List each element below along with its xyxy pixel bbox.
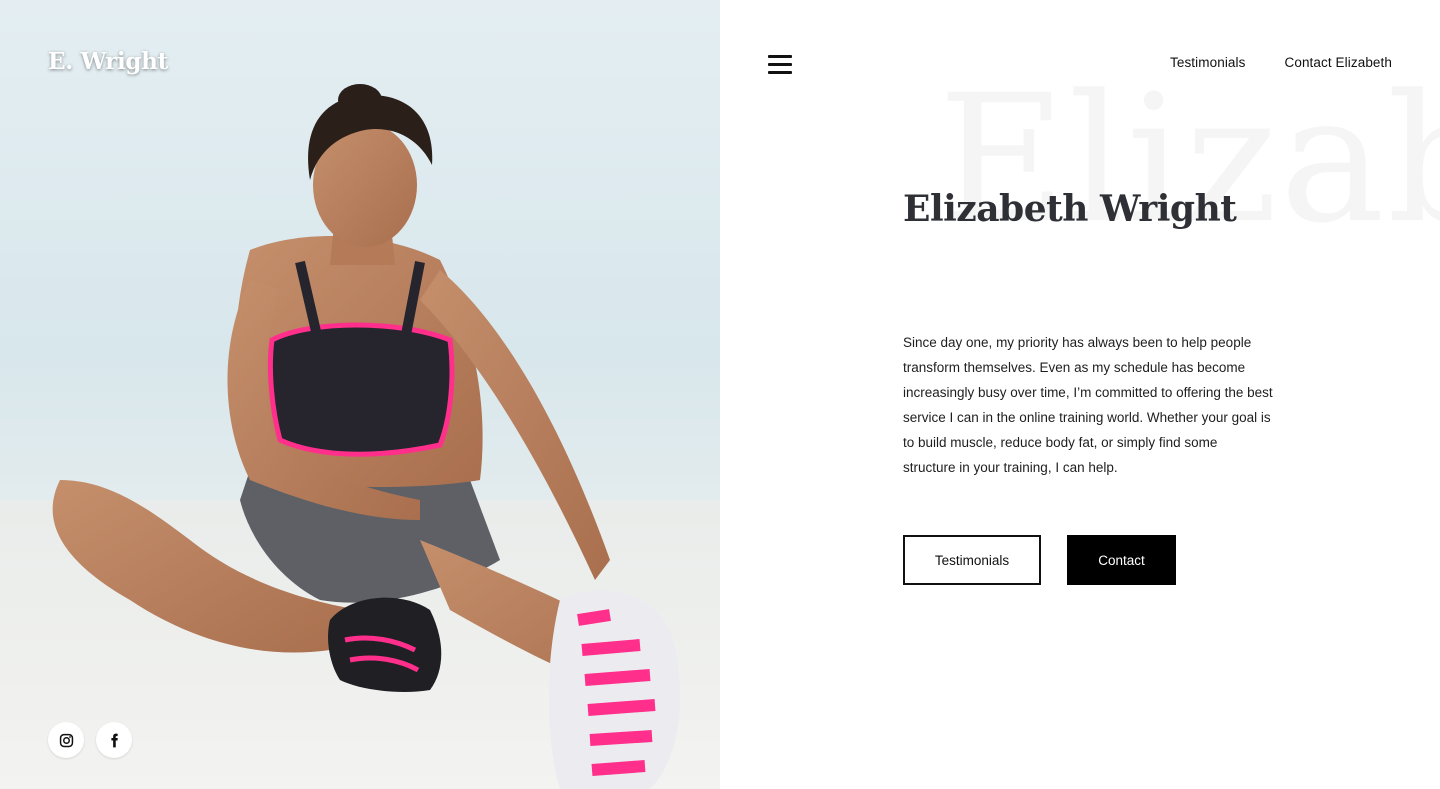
facebook-button[interactable]	[96, 722, 132, 758]
facebook-icon	[110, 733, 118, 747]
nav-link-contact-elizabeth[interactable]: Contact Elizabeth	[1284, 55, 1392, 70]
content-panel: Testimonials Contact Elizabeth Elizabeth…	[720, 0, 1440, 789]
hamburger-menu-icon	[768, 55, 792, 58]
testimonials-button[interactable]: Testimonials	[903, 535, 1041, 585]
hamburger-menu-icon	[768, 71, 792, 74]
contact-button[interactable]: Contact	[1067, 535, 1176, 585]
social-links	[48, 722, 132, 758]
page-title: Elizabeth Wright	[903, 188, 1237, 230]
brand-logo[interactable]: E. Wright	[48, 48, 168, 75]
nav-link-testimonials[interactable]: Testimonials	[1170, 55, 1245, 70]
top-navigation: Testimonials Contact Elizabeth	[1170, 55, 1392, 70]
instagram-button[interactable]	[48, 722, 84, 758]
action-buttons: Testimonials Contact	[903, 535, 1176, 585]
hamburger-menu-icon	[768, 63, 792, 66]
bio-paragraph: Since day one, my priority has always be…	[903, 335, 1273, 475]
athlete-stretching-photo	[0, 84, 720, 789]
hero-photo-panel: E. Wright	[0, 0, 720, 789]
instagram-icon	[59, 733, 73, 747]
hamburger-menu-button[interactable]	[768, 55, 792, 75]
